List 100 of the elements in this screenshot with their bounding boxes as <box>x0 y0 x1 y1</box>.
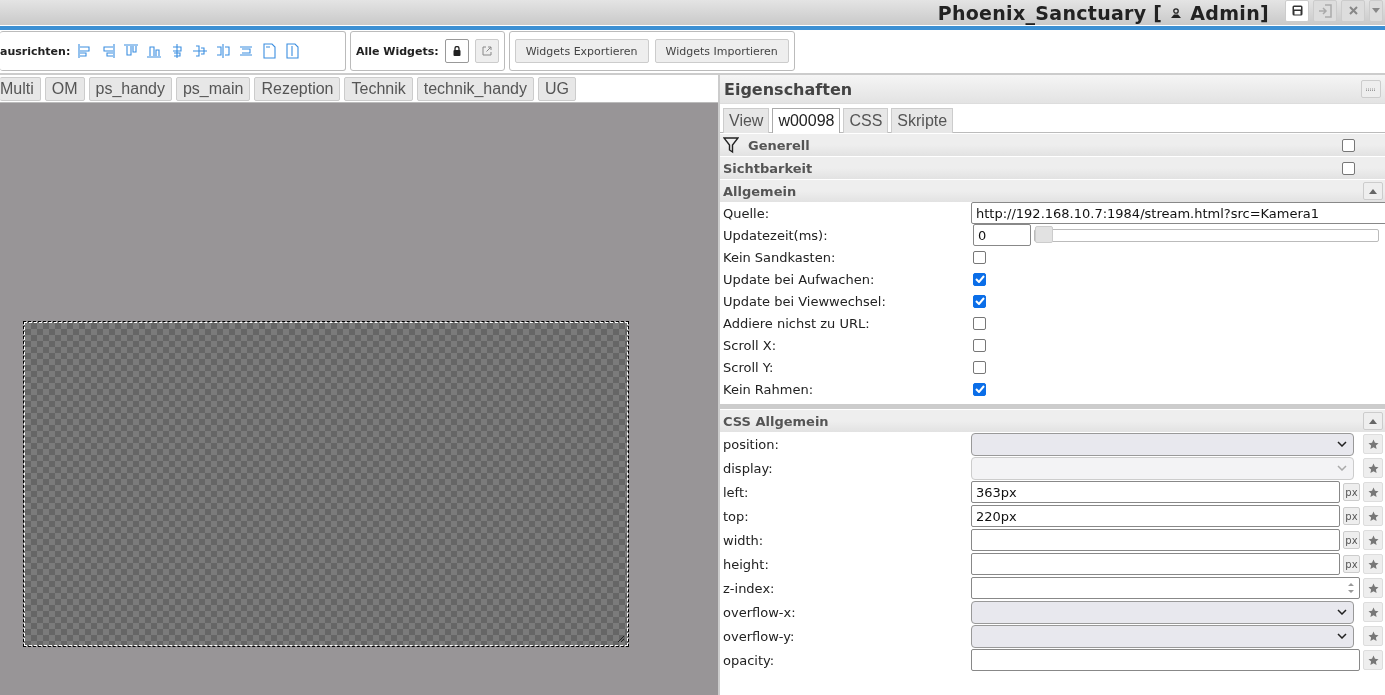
section-header[interactable]: Sichtbarkeit <box>720 157 1385 179</box>
save-button[interactable] <box>1285 0 1309 22</box>
page-view-tab[interactable]: Technik <box>344 76 413 101</box>
property-label: Kein Sandkasten: <box>723 249 837 265</box>
checkbox[interactable] <box>973 272 986 286</box>
align-icon[interactable] <box>238 43 255 59</box>
favorite-button[interactable] <box>1363 482 1383 502</box>
property-label: height: <box>723 556 770 572</box>
property-label: left: <box>723 484 750 500</box>
text-field[interactable] <box>971 529 1340 551</box>
property-label: display: <box>723 460 774 476</box>
page-view-tab[interactable]: ps_main <box>175 76 251 101</box>
page-view-tab[interactable]: ps_handy <box>88 76 172 101</box>
panel-tab[interactable]: View <box>723 108 770 133</box>
spinner-icon[interactable] <box>1347 581 1355 595</box>
align-icon[interactable] <box>215 43 232 59</box>
update-time-field[interactable]: 0 <box>973 224 1031 246</box>
property-label: Addiere nichst zu URL: <box>723 315 871 331</box>
page-view-tab[interactable]: OM <box>44 76 85 101</box>
unit-button[interactable]: px <box>1343 555 1360 573</box>
number-field[interactable] <box>971 577 1360 599</box>
window-title: Phoenix_Sanctuary [ <box>937 1 1163 24</box>
favorite-button[interactable] <box>1363 650 1383 670</box>
collapse-button[interactable] <box>1363 182 1383 200</box>
chevron-icon <box>1337 441 1347 447</box>
align-icon[interactable] <box>261 43 278 59</box>
star-icon <box>1367 582 1379 594</box>
property-label: overflow-y: <box>723 628 796 644</box>
widgets-button[interactable]: Widgets Importieren <box>654 39 789 63</box>
property-label: top: <box>723 508 750 524</box>
chevron-icon <box>1337 633 1347 639</box>
panel-tab[interactable]: CSS <box>843 108 889 133</box>
star-icon <box>1367 510 1379 522</box>
property-label: Update bei Aufwachen: <box>723 271 876 287</box>
section-header[interactable]: Generell <box>720 134 1385 156</box>
text-field[interactable] <box>971 649 1360 671</box>
widgets-button[interactable]: Widgets Exportieren <box>514 39 649 63</box>
source-url-field[interactable]: http://192.168.10.7:1984/stream.html?src=Kamera1 <box>971 202 1385 224</box>
user-icon <box>1170 6 1183 19</box>
align-icon[interactable] <box>100 43 117 59</box>
lock-button[interactable] <box>444 39 469 63</box>
checkbox[interactable] <box>973 338 986 352</box>
favorite-button[interactable] <box>1363 530 1383 550</box>
page-view-tab[interactable]: Multi <box>0 76 41 101</box>
caret-up-icon <box>1369 188 1377 194</box>
text-field[interactable] <box>971 553 1340 575</box>
close-button[interactable] <box>1341 0 1365 22</box>
favorite-button[interactable] <box>1363 458 1383 478</box>
align-icon[interactable] <box>146 43 163 59</box>
slider-track[interactable] <box>1034 228 1379 242</box>
favorite-button[interactable] <box>1363 434 1383 454</box>
checkbox[interactable] <box>1342 161 1355 175</box>
dropdown-field[interactable] <box>971 624 1354 648</box>
page-view-tab[interactable]: technik_handy <box>416 76 534 101</box>
section-header[interactable]: CSS Allgemein <box>720 410 1385 432</box>
property-label: Scroll Y: <box>723 359 775 375</box>
property-label: position: <box>723 436 780 452</box>
star-icon <box>1367 630 1379 642</box>
slider-thumb[interactable] <box>1035 225 1053 243</box>
filter-icon[interactable] <box>723 136 739 154</box>
text-field[interactable]: 363px <box>971 481 1340 503</box>
checkbox[interactable] <box>973 294 986 308</box>
close-icon <box>1348 6 1358 15</box>
checkbox[interactable] <box>973 360 986 374</box>
star-icon <box>1367 534 1379 546</box>
unit-button[interactable]: px <box>1343 483 1360 501</box>
property-label: Updatezeit(ms): <box>723 227 829 243</box>
exit-icon <box>1318 3 1332 18</box>
property-label: Update bei Viewwechsel: <box>723 293 887 309</box>
dropdown-field[interactable] <box>971 600 1354 624</box>
user-name: Admin] <box>1190 1 1269 24</box>
align-icon[interactable] <box>123 43 140 59</box>
star-icon <box>1367 486 1379 498</box>
unit-button[interactable]: px <box>1343 507 1360 525</box>
checkbox[interactable] <box>1342 138 1355 152</box>
resize-grip-icon[interactable] <box>617 635 624 642</box>
page-view-tab[interactable]: Rezeption <box>254 76 341 101</box>
property-label: Kein Rahmen: <box>723 381 815 397</box>
section-header[interactable]: Allgemein <box>720 180 1385 202</box>
favorite-button[interactable] <box>1363 602 1383 622</box>
align-icon[interactable] <box>192 43 209 59</box>
panel-tab[interactable]: w00098 <box>772 108 841 133</box>
align-icon[interactable] <box>284 43 301 59</box>
page-view-tab[interactable]: UG <box>537 76 576 101</box>
external-link-button[interactable] <box>474 39 499 63</box>
dropdown-button[interactable] <box>1369 0 1383 22</box>
panel-tab[interactable]: Skripte <box>891 108 954 133</box>
unit-button[interactable]: px <box>1343 531 1360 549</box>
collapse-button[interactable] <box>1363 412 1383 430</box>
favorite-button[interactable] <box>1363 578 1383 598</box>
checkbox[interactable] <box>973 250 986 264</box>
favorite-button[interactable] <box>1363 506 1383 526</box>
checkbox[interactable] <box>973 316 986 330</box>
checkbox[interactable] <box>973 382 986 396</box>
text-field[interactable]: 220px <box>971 505 1340 527</box>
dropdown-field[interactable] <box>971 432 1354 456</box>
favorite-button[interactable] <box>1363 554 1383 574</box>
caret-icon <box>1372 8 1380 13</box>
favorite-button[interactable] <box>1363 626 1383 646</box>
align-label: ausrichten: <box>0 44 71 58</box>
